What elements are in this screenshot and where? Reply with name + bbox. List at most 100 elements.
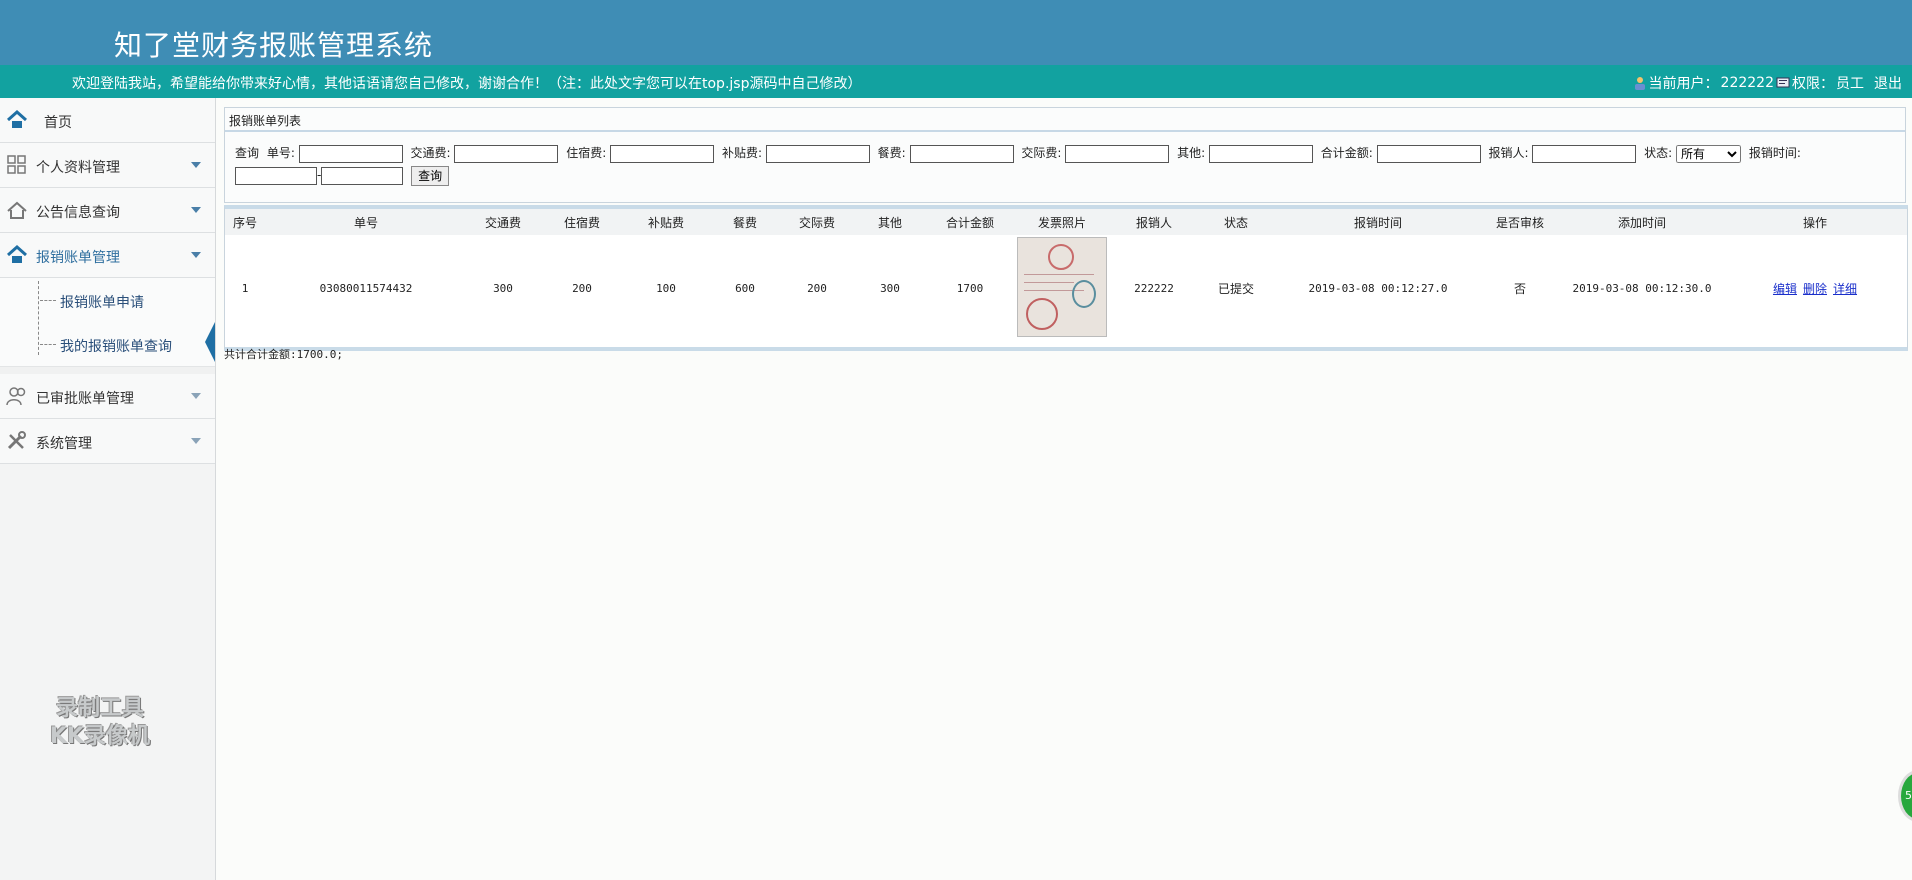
other-input[interactable] xyxy=(1208,144,1313,163)
total-summary: 共计合计金额:1700.0; xyxy=(224,348,343,361)
results-table: 序号 单号 交通费 住宿费 补贴费 餐费 交际费 其他 合计金额 发票照片 报销… xyxy=(225,209,1907,341)
edit-link[interactable]: 编辑 xyxy=(1773,282,1797,296)
col-header: 是否审核 xyxy=(1495,215,1544,230)
users-icon xyxy=(6,387,26,406)
col-header: 序号 xyxy=(232,215,257,230)
cell-traffic: 300 xyxy=(493,281,513,295)
delete-link[interactable]: 删除 xyxy=(1803,282,1827,296)
chevron-down-icon xyxy=(191,438,201,444)
home-icon xyxy=(7,110,27,128)
social-input[interactable] xyxy=(1065,144,1170,163)
time-label: 报销时间: xyxy=(1748,146,1801,160)
results-table-container: 序号 单号 交通费 住宿费 补贴费 餐费 交际费 其他 合计金额 发票照片 报销… xyxy=(224,205,1908,351)
col-header: 补贴费 xyxy=(647,215,684,230)
tree-connector xyxy=(40,344,56,345)
total-label: 合计金额: xyxy=(1320,146,1373,160)
sidebar-item-expense-management[interactable]: 报销账单管理 xyxy=(0,233,215,278)
sidebar-item-profile[interactable]: 个人资料管理 xyxy=(0,143,215,188)
tools-icon xyxy=(7,431,26,450)
panel-divider xyxy=(225,130,1905,132)
sidebar-subitem-label: 报销账单申请 xyxy=(60,295,144,311)
col-header: 发票照片 xyxy=(1037,215,1086,230)
home-icon xyxy=(7,245,27,263)
col-header: 交通费 xyxy=(484,215,521,230)
search-form: 查询 单号: 交通费: 住宿费: 补贴费: 餐费: 交际费: 其他: 合计金额:… xyxy=(235,142,1895,186)
sidebar-item-label: 首页 xyxy=(44,115,72,131)
table-row: 1 03080011574432 300 200 100 600 200 300… xyxy=(225,235,1907,341)
floating-badge[interactable]: 5 xyxy=(1898,770,1912,822)
cell-social: 200 xyxy=(807,281,827,295)
cell-audited: 否 xyxy=(1513,281,1526,296)
search-panel: 报销账单列表 查询 单号: 交通费: 住宿费: 补贴费: 餐费: 交际费: 其他… xyxy=(224,107,1906,203)
user-icon xyxy=(1634,77,1645,90)
subsidy-input[interactable] xyxy=(765,144,870,163)
stamp-mark xyxy=(1072,279,1096,308)
number-input[interactable] xyxy=(298,144,403,163)
cell-ops: 编辑 删除 详细 xyxy=(1723,235,1907,341)
col-header: 报销时间 xyxy=(1353,215,1402,230)
invoice-photo[interactable] xyxy=(1017,236,1107,337)
grid-icon xyxy=(7,155,26,174)
time-start-input[interactable] xyxy=(235,166,317,185)
info-bar: 欢迎登陆我站，希望能给你带来好心情，其他话语请您自己修改，谢谢合作！（注：此处文… xyxy=(0,65,1912,98)
other-label: 其他: xyxy=(1177,146,1206,160)
lodging-label: 住宿费: xyxy=(566,146,607,160)
selected-indicator xyxy=(205,322,215,362)
user-info: 当前用户： 222222 权限： 员工 退出 xyxy=(1633,73,1902,93)
cell-time: 2019-03-08 00:12:27.0 xyxy=(1308,281,1448,295)
col-header: 住宿费 xyxy=(563,215,600,230)
cell-subsidy: 100 xyxy=(656,281,676,295)
col-header: 合计金额 xyxy=(945,215,994,230)
cell-person: 222222 xyxy=(1134,281,1174,295)
time-end-input[interactable] xyxy=(321,166,404,185)
col-header: 报销人 xyxy=(1135,215,1172,230)
cell-added: 2019-03-08 00:12:30.0 xyxy=(1572,281,1712,295)
lodging-input[interactable] xyxy=(610,144,715,163)
chevron-down-icon xyxy=(191,207,201,213)
person-label: 报销人: xyxy=(1488,146,1529,160)
search-prefix: 查询 xyxy=(235,142,259,164)
sidebar-item-label: 已审批账单管理 xyxy=(36,391,134,407)
person-input[interactable] xyxy=(1532,144,1637,163)
sidebar-item-label: 系统管理 xyxy=(36,436,92,452)
sidebar-empty-area xyxy=(0,463,215,880)
stamp-mark xyxy=(1026,297,1058,330)
watermark-line: KK录像机 xyxy=(49,724,151,749)
col-header: 添加时间 xyxy=(1617,215,1666,230)
sidebar-item-label: 个人资料管理 xyxy=(36,160,120,176)
stamp-mark xyxy=(1048,243,1074,270)
role-icon xyxy=(1776,77,1790,88)
meal-input[interactable] xyxy=(909,144,1014,163)
header-banner: 知了堂财务报账管理系统 xyxy=(0,0,1912,65)
logout-link[interactable]: 退出 xyxy=(1874,73,1902,93)
sidebar-item-system[interactable]: 系统管理 xyxy=(0,419,215,464)
col-header: 餐费 xyxy=(732,215,757,230)
col-header: 单号 xyxy=(353,215,378,230)
status-label: 状态: xyxy=(1644,146,1673,160)
welcome-message: 欢迎登陆我站，希望能给你带来好心情，其他话语请您自己修改，谢谢合作！（注：此处文… xyxy=(72,76,862,92)
traffic-input[interactable] xyxy=(454,144,559,163)
detail-link[interactable]: 详细 xyxy=(1833,282,1857,296)
cell-lodging: 200 xyxy=(572,281,592,295)
sidebar-subitem-my-expenses[interactable]: 我的报销账单查询 xyxy=(0,322,215,367)
meal-label: 餐费: xyxy=(877,146,906,160)
photo-line xyxy=(1024,273,1094,275)
search-button[interactable]: 查询 xyxy=(411,165,450,186)
panel-title: 报销账单列表 xyxy=(229,114,302,128)
sidebar-subitem-expense-apply[interactable]: 报销账单申请 xyxy=(0,278,215,323)
sidebar-item-announcements[interactable]: 公告信息查询 xyxy=(0,188,215,233)
current-user-label: 当前用户： xyxy=(1648,76,1719,92)
sidebar-item-approved-bills[interactable]: 已审批账单管理 xyxy=(0,374,215,419)
recording-watermark: 录制工具 KK录像机 xyxy=(30,695,170,751)
sidebar-subitem-label: 我的报销账单查询 xyxy=(60,339,172,355)
house-outline-icon xyxy=(7,201,27,219)
cell-meal: 600 xyxy=(735,281,755,295)
social-label: 交际费: xyxy=(1021,146,1062,160)
total-input[interactable] xyxy=(1376,144,1481,163)
status-select[interactable]: 所有 xyxy=(1676,144,1742,163)
col-header: 其他 xyxy=(877,215,902,230)
col-header: 交际费 xyxy=(798,215,835,230)
tree-connector xyxy=(40,300,56,301)
cell-other: 300 xyxy=(880,281,900,295)
sidebar-item-home[interactable]: 首页 xyxy=(0,98,215,143)
